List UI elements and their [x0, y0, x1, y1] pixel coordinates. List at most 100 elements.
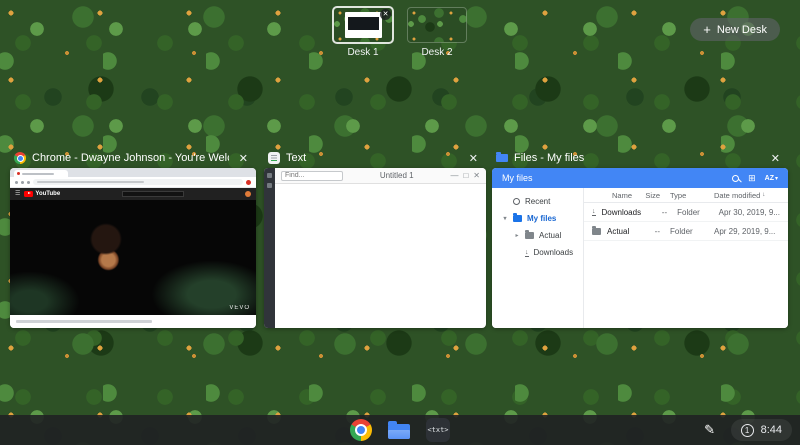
folder-icon — [525, 232, 534, 239]
sidebar-item-label: Recent — [525, 197, 550, 206]
sidebar-item-label: My files — [527, 214, 556, 223]
youtube-search-bar — [122, 191, 184, 197]
profile-avatar — [246, 180, 251, 185]
close-icon: ✕ — [473, 172, 480, 180]
chrome-window-preview[interactable]: ☰ YouTube VEVO — [10, 168, 256, 328]
shelf-apps: <txt> — [350, 418, 450, 442]
url-text-placeholder — [37, 181, 144, 183]
text-window-title: Text — [286, 152, 459, 164]
chevron-right-icon: ▸ — [514, 232, 520, 239]
file-type: Folder — [660, 227, 706, 236]
files-appbar-title: My files — [502, 173, 723, 183]
text-editor-toolbar: Untitled 1 — □ ✕ — [275, 168, 486, 184]
desk-switcher: ✕ Desk 1 Desk 2 — [0, 8, 800, 58]
column-date-label: Date modified — [714, 191, 760, 200]
youtube-avatar — [245, 191, 251, 197]
files-sidebar: Recent ▾ My files ▸ Actual ↓ — [492, 188, 584, 328]
file-date: Apr 30, 2019, 9... — [711, 208, 780, 217]
vevo-watermark: VEVO — [229, 305, 250, 311]
browser-tabstrip — [10, 168, 256, 177]
files-card-header: Files - My files ✕ — [492, 148, 788, 168]
sidebar-tool-icon — [267, 173, 272, 178]
forward-icon — [21, 181, 24, 184]
clock: 8:44 — [761, 424, 782, 436]
chrome-icon — [14, 152, 26, 164]
status-tray: ✎ 1 8:44 — [699, 415, 792, 445]
desk-2[interactable]: Desk 2 — [408, 8, 466, 58]
desk-close-icon[interactable]: ✕ — [380, 9, 391, 20]
files-app-icon — [496, 154, 508, 162]
column-type: Type — [660, 191, 706, 200]
address-bar — [33, 179, 243, 185]
desk-1-label: Desk 1 — [347, 47, 378, 58]
text-shelf-icon[interactable]: <txt> — [426, 418, 450, 442]
desk-2-label: Desk 2 — [421, 47, 452, 58]
download-icon: ↓ — [592, 208, 596, 216]
files-window-preview[interactable]: My files ⊞ AZ ▾ Recent ▾ — [492, 168, 788, 328]
files-window-title: Files - My files — [514, 152, 761, 164]
close-icon[interactable]: ✕ — [465, 152, 482, 165]
chrome-shelf-icon[interactable] — [350, 419, 372, 441]
grid-view-icon: ⊞ — [748, 174, 756, 183]
browser-tab — [14, 170, 68, 177]
menu-icon: ☰ — [15, 191, 20, 197]
plus-icon: + — [703, 23, 711, 36]
chrome-window-title: Chrome - Dwayne Johnson - You're Welcome… — [32, 152, 229, 164]
overview-screen: ✕ Desk 1 Desk 2 + New Desk Chrome - Dway… — [0, 0, 800, 445]
youtube-masthead: ☰ YouTube — [10, 188, 256, 200]
sidebar-item-recent: Recent — [492, 193, 583, 210]
desk-1-video-preview — [348, 17, 379, 30]
new-desk-button[interactable]: + New Desk — [690, 18, 780, 41]
sidebar-item-label: Actual — [539, 231, 561, 240]
minimize-icon: — — [450, 172, 458, 180]
sidebar-item-label: Downloads — [534, 248, 574, 257]
video-player: VEVO — [10, 200, 256, 315]
folder-icon — [513, 215, 522, 222]
window-card-files[interactable]: Files - My files ✕ My files ⊞ AZ ▾ Recen… — [492, 148, 788, 328]
file-date: Apr 29, 2019, 9... — [706, 227, 780, 236]
status-area[interactable]: 1 8:44 — [731, 419, 792, 441]
column-date-modified: Date modified ↓ — [706, 191, 780, 200]
youtube-play-icon — [24, 191, 33, 197]
text-window-preview[interactable]: Untitled 1 — □ ✕ — [264, 168, 486, 328]
search-icon — [732, 175, 739, 182]
file-name: Downloads — [602, 208, 642, 217]
sidebar-item-my-files: ▾ My files — [492, 210, 583, 227]
stylus-pen-icon[interactable]: ✎ — [699, 419, 721, 441]
untitled-tab: Untitled 1 — [349, 171, 444, 180]
file-name: Actual — [607, 227, 629, 236]
close-icon[interactable]: ✕ — [767, 152, 784, 165]
files-appbar: My files ⊞ AZ ▾ — [492, 168, 788, 188]
files-file-list: Name Size Type Date modified ↓ ↓ Downloa… — [584, 188, 788, 328]
file-list-header: Name Size Type Date modified ↓ — [584, 188, 788, 203]
column-name: Name — [592, 191, 632, 200]
desk-2-thumbnail[interactable] — [408, 8, 466, 42]
notification-counter: 1 — [741, 424, 754, 437]
download-icon: ↓ — [525, 249, 529, 257]
close-icon[interactable]: ✕ — [235, 152, 252, 165]
sort-button: AZ ▾ — [765, 175, 778, 182]
tab-title-placeholder — [22, 173, 54, 175]
maximize-icon: □ — [463, 172, 468, 180]
youtube-logo: YouTube — [24, 191, 60, 197]
sidebar-item-downloads: ↓ Downloads — [492, 244, 583, 261]
desk-1[interactable]: ✕ Desk 1 — [334, 8, 392, 58]
files-shelf-icon[interactable] — [388, 424, 410, 439]
chevron-down-icon: ▾ — [775, 175, 778, 182]
desk-1-thumbnail[interactable]: ✕ — [334, 8, 392, 42]
window-card-chrome[interactable]: Chrome - Dwayne Johnson - You're Welcome… — [10, 148, 256, 328]
table-row: ↓ Downloads -- Folder Apr 30, 2019, 9... — [584, 203, 788, 222]
new-desk-label: New Desk — [717, 24, 767, 36]
shelf: <txt> ✎ 1 8:44 — [0, 415, 800, 445]
column-size: Size — [632, 191, 660, 200]
find-input — [281, 171, 343, 181]
chrome-card-header: Chrome - Dwayne Johnson - You're Welcome… — [10, 148, 256, 168]
video-title-placeholder — [16, 320, 152, 323]
table-row: Actual -- Folder Apr 29, 2019, 9... — [584, 222, 788, 241]
window-card-text[interactable]: Text ✕ Untitled 1 — □ ✕ — [264, 148, 486, 328]
browser-toolbar — [10, 177, 256, 188]
text-app-icon — [268, 152, 280, 164]
folder-icon — [592, 228, 601, 235]
file-size: -- — [641, 208, 667, 217]
desk-1-window-preview — [345, 12, 382, 38]
